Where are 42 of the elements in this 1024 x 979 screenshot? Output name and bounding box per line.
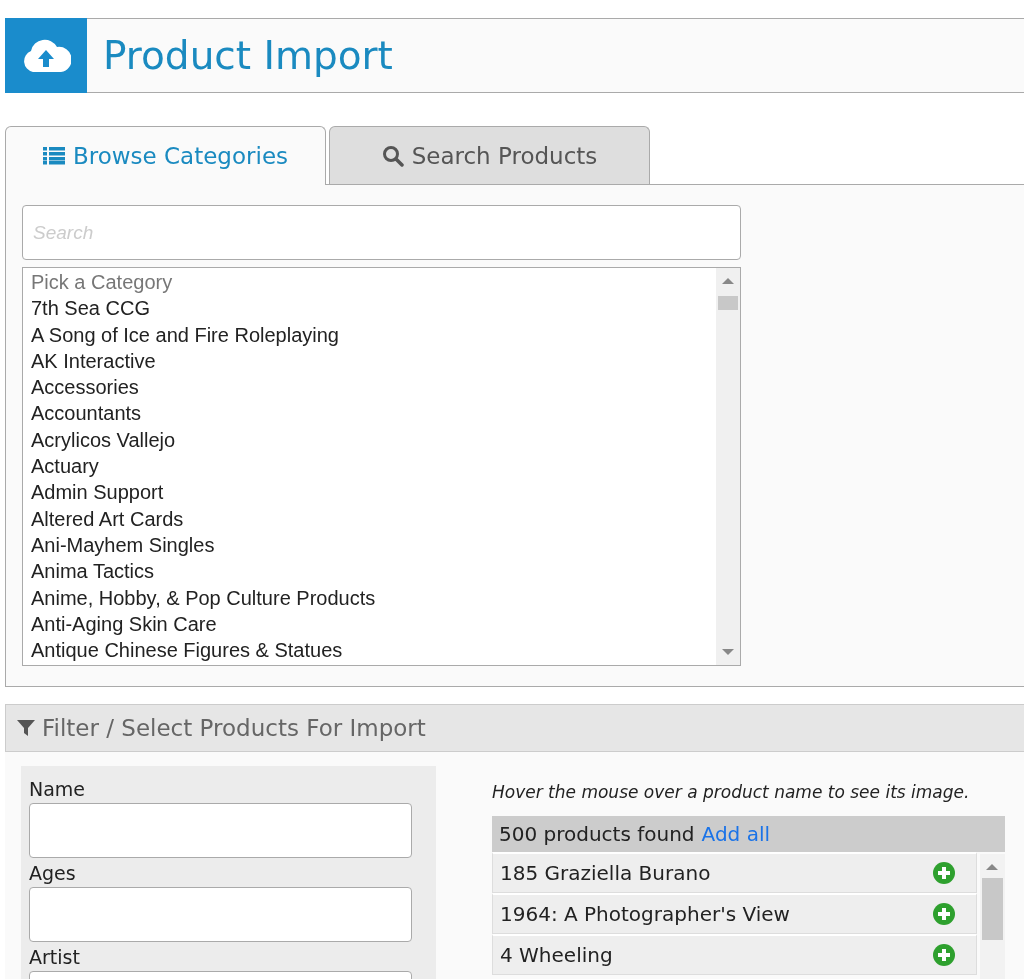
product-row[interactable]: 185 Graziella Burano <box>492 852 977 893</box>
list-placeholder: Pick a Category <box>31 270 174 295</box>
category-item[interactable]: Admin Support <box>31 479 708 506</box>
product-name: 4 Wheeling <box>500 943 613 967</box>
category-item[interactable]: Accessories <box>31 374 708 401</box>
input-field[interactable] <box>29 803 412 858</box>
product-name: 185 Graziella Burano <box>500 861 711 885</box>
category-listbox[interactable] <box>22 267 741 666</box>
add-icon[interactable] <box>932 861 956 885</box>
cloud-upload-icon <box>21 37 71 74</box>
category-item[interactable]: Ani-Mayhem Singles <box>31 531 708 559</box>
product-row[interactable]: 1964: A Photographer's View <box>492 893 977 934</box>
category-item[interactable]: 7th Sea CCG <box>31 295 708 322</box>
category-item[interactable]: Anti-Aging Skin Care <box>31 610 708 638</box>
list-icon <box>43 147 65 165</box>
scrollbar[interactable] <box>716 268 740 665</box>
search-icon <box>381 144 404 167</box>
category-item[interactable]: Acrylicos Vallejo <box>31 426 708 454</box>
category-item[interactable]: Accountants <box>31 400 708 427</box>
filter-title: Filter / Select Products For Import <box>42 715 426 741</box>
category-item[interactable]: AK Interactive <box>31 347 708 375</box>
field-label: Artist <box>29 946 81 968</box>
tab[interactable]: Search Products <box>329 126 650 184</box>
hint-text: Hover the mouse over a product name to see its image. <box>492 782 971 802</box>
field-label: Ages <box>29 862 77 884</box>
product-name: 1964: A Photographer's View <box>500 902 790 926</box>
scrollbar[interactable] <box>980 854 1005 979</box>
category-item[interactable]: Altered Art Cards <box>31 505 708 532</box>
add-icon[interactable] <box>932 902 956 926</box>
category-item[interactable]: A Song of Ice and Fire Roleplaying <box>31 321 708 348</box>
result-count: 500 products found <box>499 822 695 846</box>
category-item[interactable]: Anime, Hobby, & Pop Culture Products <box>31 584 708 611</box>
category-item[interactable]: Anima Tactics <box>31 558 708 585</box>
category-item[interactable]: Actuary <box>31 453 708 480</box>
add-icon[interactable] <box>932 943 956 967</box>
field-label: Name <box>29 778 87 800</box>
product-row[interactable]: 4 Wheeling <box>492 934 977 975</box>
page-title: Product Import <box>103 33 393 78</box>
tab[interactable]: Browse Categories <box>5 126 326 185</box>
input-field[interactable] <box>29 887 412 942</box>
category-item[interactable]: Antique Chinese Figures & Statues <box>31 637 708 664</box>
filter-icon <box>16 718 36 738</box>
